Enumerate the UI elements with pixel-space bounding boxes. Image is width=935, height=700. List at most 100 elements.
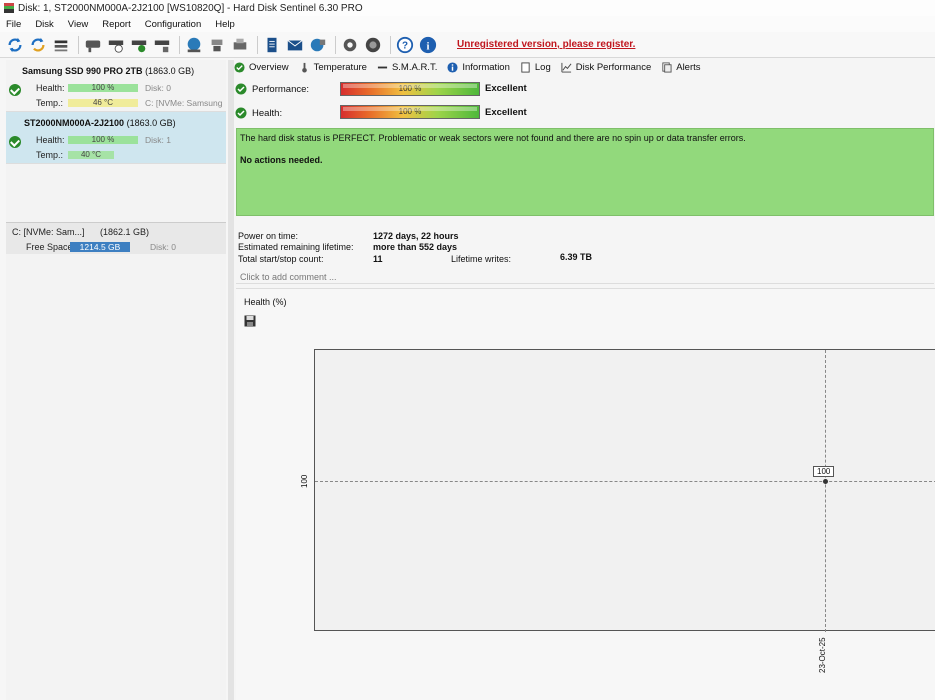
svg-text:?: ? <box>402 40 408 51</box>
detail-panel: Overview Temperature S.M.A.R.T. Informat… <box>234 58 935 700</box>
tab-temperature[interactable]: Temperature <box>299 62 367 73</box>
startstop-label: Total start/stop count: <box>238 254 324 264</box>
thermometer-icon <box>299 62 310 73</box>
network-icon[interactable] <box>184 35 204 55</box>
menu-configuration[interactable]: Configuration <box>145 19 202 30</box>
check-circle-icon <box>235 107 247 119</box>
writes-value: 6.39 TB <box>560 252 593 262</box>
log-icon <box>520 61 531 73</box>
health-bar: 100 % <box>340 105 480 119</box>
globe-icon[interactable] <box>308 35 328 55</box>
refresh-all-icon[interactable] <box>28 35 48 55</box>
unregistered-link[interactable]: Unregistered version, please register. <box>457 39 635 50</box>
data-point <box>823 479 828 484</box>
status-action: No actions needed. <box>240 155 323 165</box>
tab-disk-performance[interactable]: Disk Performance <box>561 62 651 73</box>
health-bar: 100 % <box>68 136 138 144</box>
window-title: Disk: 1, ST2000NM000A-2J2100 [WS10820Q] … <box>18 2 363 14</box>
performance-bar: 100 % <box>340 82 480 96</box>
menu-report[interactable]: Report <box>102 19 131 30</box>
tab-log[interactable]: Log <box>520 62 551 73</box>
health-bar: 100 % <box>68 84 138 92</box>
disk-icon[interactable] <box>83 35 103 55</box>
disk-number: Disk: 0 <box>145 83 171 93</box>
report-icon[interactable] <box>262 35 282 55</box>
refresh-icon[interactable] <box>5 35 25 55</box>
health-chart-area: Health (%) 100 100 23-Oct-25 <box>236 288 935 700</box>
check-circle-icon <box>235 83 247 95</box>
info-icon[interactable]: i <box>418 35 438 55</box>
temp-label: Temp.: <box>36 150 64 160</box>
disk-name: ST2000NM000A-2J2100 <box>24 118 125 128</box>
disk-size: (1863.0 GB) <box>145 66 195 76</box>
app-icon <box>4 3 14 13</box>
writes-label: Lifetime writes: <box>451 254 512 264</box>
disk-size: (1863.0 GB) <box>126 118 176 128</box>
partition-label: C: [NVMe: Samsung <box>145 98 223 108</box>
temp-label: Temp.: <box>36 98 64 108</box>
toolbar: ? i Unregistered version, please registe… <box>0 32 935 58</box>
alerts-icon <box>661 61 672 73</box>
tab-alerts[interactable]: Alerts <box>661 61 701 73</box>
volume-name: C: [NVMe: Sam...] <box>12 227 85 237</box>
performance-rating: Excellent <box>485 83 527 94</box>
menu-help[interactable]: Help <box>215 19 235 30</box>
disk-item-samsung[interactable]: Samsung SSD 990 PRO 2TB (1863.0 GB) Heal… <box>6 60 226 112</box>
menu-view[interactable]: View <box>68 19 88 30</box>
power-on-value: 1272 days, 22 hours <box>373 231 459 241</box>
tab-smart[interactable]: S.M.A.R.T. <box>377 62 437 73</box>
tab-bar: Overview Temperature S.M.A.R.T. Informat… <box>234 58 935 76</box>
disk-check-icon[interactable] <box>129 35 149 55</box>
disk-gear-icon[interactable] <box>152 35 172 55</box>
tools-icon[interactable] <box>207 35 227 55</box>
x-tick-label: 23-Oct-25 <box>818 637 827 673</box>
menu-file[interactable]: File <box>6 19 21 30</box>
settings-icon[interactable] <box>340 35 360 55</box>
comment-field[interactable]: Click to add comment ... <box>236 270 934 284</box>
free-space-label: Free Space <box>26 242 73 252</box>
data-label: 100 <box>813 466 835 477</box>
lifetime-label: Estimated remaining lifetime: <box>238 242 354 252</box>
volume-disk-number: Disk: 0 <box>150 242 176 252</box>
disk-name: Samsung SSD 990 PRO 2TB <box>22 66 143 76</box>
chart-icon <box>561 62 572 73</box>
power-on-label: Power on time: <box>238 231 299 241</box>
menu-disk[interactable]: Disk <box>35 19 53 30</box>
disk-list-panel: Samsung SSD 990 PRO 2TB (1863.0 GB) Heal… <box>6 60 226 700</box>
health-label: Health: <box>36 135 65 145</box>
status-text: The hard disk status is PERFECT. Problem… <box>240 133 746 143</box>
y-tick-label: 100 <box>300 474 309 488</box>
check-circle-icon <box>234 61 245 73</box>
health-label: Health: <box>36 83 65 93</box>
svg-text:i: i <box>427 40 430 52</box>
dash-icon <box>377 62 388 73</box>
chart-title: Health (%) <box>244 297 287 307</box>
tab-information[interactable]: Information <box>447 62 510 73</box>
status-message-box: The hard disk status is PERFECT. Problem… <box>236 128 934 216</box>
lifetime-value: more than 552 days <box>373 242 458 252</box>
ok-check-icon <box>9 84 21 96</box>
disk-list-icon[interactable] <box>51 35 71 55</box>
temp-bar: 46 °C <box>68 99 138 107</box>
update-icon[interactable] <box>363 35 383 55</box>
disk-item-seagate[interactable]: ST2000NM000A-2J2100 (1863.0 GB) Health: … <box>6 112 226 164</box>
save-icon[interactable] <box>244 315 256 327</box>
temp-bar: 40 °C <box>68 151 114 159</box>
startstop-value: 11 <box>373 254 383 264</box>
printer-icon[interactable] <box>230 35 250 55</box>
ok-check-icon <box>9 136 21 148</box>
volume-size: (1862.1 GB) <box>100 227 150 237</box>
volume-item[interactable]: C: [NVMe: Sam...] (1862.1 GB) Free Space… <box>6 222 226 254</box>
disk-clock-icon[interactable] <box>106 35 126 55</box>
title-bar: Disk: 1, ST2000NM000A-2J2100 [WS10820Q] … <box>0 0 935 16</box>
free-space-bar: 1214.5 GB <box>70 242 130 252</box>
health-label: Health: <box>252 108 283 119</box>
menu-bar: File Disk View Report Configuration Help <box>0 16 935 32</box>
mail-icon[interactable] <box>285 35 305 55</box>
help-icon[interactable]: ? <box>395 35 415 55</box>
performance-label: Performance: <box>252 84 310 95</box>
gridline-vertical <box>825 350 826 632</box>
health-rating: Excellent <box>485 107 527 118</box>
gridline-horizontal <box>315 481 935 482</box>
tab-overview[interactable]: Overview <box>234 62 289 73</box>
